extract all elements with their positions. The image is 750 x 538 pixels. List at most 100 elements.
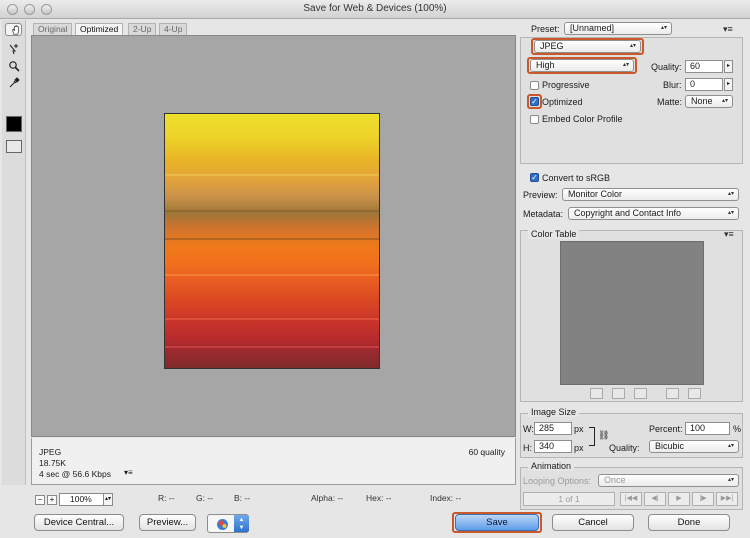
embed-color-profile-checkbox[interactable] <box>530 115 539 124</box>
window-title: Save for Web & Devices (100%) <box>303 3 447 14</box>
delete-color-icon[interactable] <box>688 388 701 399</box>
hex-readout: Hex: -- <box>366 493 392 503</box>
color-table-swatches[interactable] <box>560 241 704 385</box>
format-value: JPEG <box>540 41 564 51</box>
title-bar: Save for Web & Devices (100%) <box>0 0 750 19</box>
format-dropdown-arrow-icon: ▴▾ <box>629 43 636 49</box>
optimized-checkbox[interactable]: ✓ <box>530 97 539 106</box>
height-unit: px <box>574 443 584 453</box>
optimize-menu-icon[interactable]: ▾≡ <box>723 24 733 35</box>
zoom-level-field[interactable]: 100% <box>59 493 104 506</box>
blur-input[interactable]: 0 <box>685 78 723 91</box>
zoom-in-button[interactable]: + <box>47 495 57 505</box>
blur-slider-arrow-icon[interactable]: ▸ <box>724 78 733 91</box>
toggle-slices-icon[interactable] <box>6 140 22 153</box>
preview-button[interactable]: Preview... <box>139 514 196 531</box>
tool-palette <box>2 20 26 485</box>
tab-2-up[interactable]: 2-Up <box>128 23 157 35</box>
done-button[interactable]: Done <box>648 514 730 531</box>
progressive-label: Progressive <box>542 80 590 90</box>
metadata-dropdown[interactable]: Copyright and Contact Info ▴▾ <box>568 207 739 220</box>
preview-color-arrow-icon: ▴▾ <box>727 191 734 197</box>
hand-tool-icon[interactable] <box>5 23 22 36</box>
device-central-button[interactable]: Device Central... <box>34 514 124 531</box>
color-table-title: Color Table <box>528 229 580 239</box>
previous-frame-icon[interactable]: ◀| <box>644 492 666 506</box>
chain-link-icon[interactable]: ⛓ <box>598 430 609 441</box>
browser-dropdown-arrow-icon[interactable]: ▲ ▼ <box>234 515 249 532</box>
eyedropper-tool-icon[interactable] <box>5 75 22 90</box>
preset-dropdown[interactable]: [Unnamed] ▴▾ <box>564 22 672 35</box>
cancel-button[interactable]: Cancel <box>552 514 634 531</box>
lock-color-icon[interactable] <box>634 388 647 399</box>
browser-preview-menu[interactable]: ▲ ▼ <box>207 514 249 533</box>
zoom-tool-icon[interactable] <box>5 58 22 73</box>
green-readout: G: -- <box>196 493 213 503</box>
preset-label: Preset: <box>531 24 560 34</box>
percent-unit: % <box>733 424 742 434</box>
first-frame-icon[interactable]: |◀◀ <box>620 492 642 506</box>
optimization-info-bar: JPEG 18.75K 4 sec @ 56.6 Kbps ▾≡ 60 qual… <box>31 438 516 485</box>
save-button[interactable]: Save <box>455 514 539 531</box>
percent-input[interactable]: 100 <box>685 422 730 435</box>
alpha-readout: Alpha: -- <box>311 493 344 503</box>
map-transparency-icon[interactable] <box>590 388 603 399</box>
eyedropper-color-swatch[interactable] <box>6 116 22 132</box>
resample-quality-label: Quality: <box>609 443 640 453</box>
blur-label: Blur: <box>663 80 682 90</box>
looping-arrow-icon: ▴▾ <box>727 477 734 483</box>
quality-label: Quality: <box>651 62 682 72</box>
metadata-label: Metadata: <box>523 209 564 219</box>
looping-options-label: Looping Options: <box>523 476 592 486</box>
color-table-menu-icon[interactable]: ▾≡ <box>724 229 734 240</box>
quality-preset-value: High <box>536 60 555 70</box>
frame-counter: 1 of 1 <box>523 492 615 506</box>
quality-preset-dropdown[interactable]: High ▴▾ <box>530 59 634 72</box>
width-unit: px <box>574 424 584 434</box>
matte-dropdown[interactable]: None ▴▾ <box>685 95 733 108</box>
preset-value: [Unnamed] <box>570 23 615 33</box>
height-input[interactable]: 340 <box>534 440 572 453</box>
info-download-time: 4 sec @ 56.6 Kbps <box>39 469 111 479</box>
matte-value: None <box>691 96 713 106</box>
metadata-arrow-icon: ▴▾ <box>727 210 734 216</box>
width-label: W: <box>523 424 534 434</box>
matte-dropdown-arrow-icon: ▴▾ <box>721 98 728 104</box>
tab-optimized[interactable]: Optimized <box>75 23 124 35</box>
percent-label: Percent: <box>649 424 683 434</box>
info-quality: 60 quality <box>468 447 505 457</box>
slice-select-tool-icon[interactable] <box>5 41 22 56</box>
last-frame-icon[interactable]: ▶▶| <box>716 492 738 506</box>
format-dropdown[interactable]: JPEG ▴▾ <box>534 40 641 53</box>
play-animation-icon[interactable]: ▶ <box>668 492 690 506</box>
tab-original[interactable]: Original <box>33 23 73 35</box>
metadata-value: Copyright and Contact Info <box>574 208 682 218</box>
height-label: H: <box>523 443 532 453</box>
quality-slider-arrow-icon[interactable]: ▸ <box>724 60 733 73</box>
next-frame-icon[interactable]: |▶ <box>692 492 714 506</box>
new-color-icon[interactable] <box>666 388 679 399</box>
quality-input[interactable]: 60 <box>685 60 723 73</box>
web-shift-icon[interactable] <box>612 388 625 399</box>
browser-globe-icon <box>217 519 228 530</box>
zoom-level-dropdown[interactable]: ▴▾ <box>103 493 113 506</box>
resample-quality-dropdown[interactable]: Bicubic ▴▾ <box>649 440 739 453</box>
optimized-image-preview[interactable] <box>164 113 380 369</box>
status-bar: − + 100% ▴▾ R: -- G: -- B: -- Alpha: -- … <box>31 493 516 507</box>
optimized-label: Optimized <box>542 97 583 107</box>
looping-options-dropdown[interactable]: Once ▴▾ <box>598 474 739 487</box>
info-format: JPEG <box>39 447 62 457</box>
embed-color-profile-label: Embed Color Profile <box>542 114 623 124</box>
preset-dropdown-arrow-icon: ▴▾ <box>660 25 667 31</box>
progressive-checkbox[interactable] <box>530 81 539 90</box>
matte-label: Matte: <box>657 97 683 107</box>
zoom-out-button[interactable]: − <box>35 495 45 505</box>
convert-srgb-label: Convert to sRGB <box>542 173 611 183</box>
tab-4-up[interactable]: 4-Up <box>159 23 188 35</box>
preview-color-value: Monitor Color <box>568 189 623 199</box>
preview-color-dropdown[interactable]: Monitor Color ▴▾ <box>562 188 739 201</box>
convert-srgb-checkbox[interactable]: ✓ <box>530 173 539 182</box>
width-input[interactable]: 285 <box>534 422 572 435</box>
preview-label: Preview: <box>523 190 558 200</box>
download-speed-menu-icon[interactable]: ▾≡ <box>124 468 133 477</box>
